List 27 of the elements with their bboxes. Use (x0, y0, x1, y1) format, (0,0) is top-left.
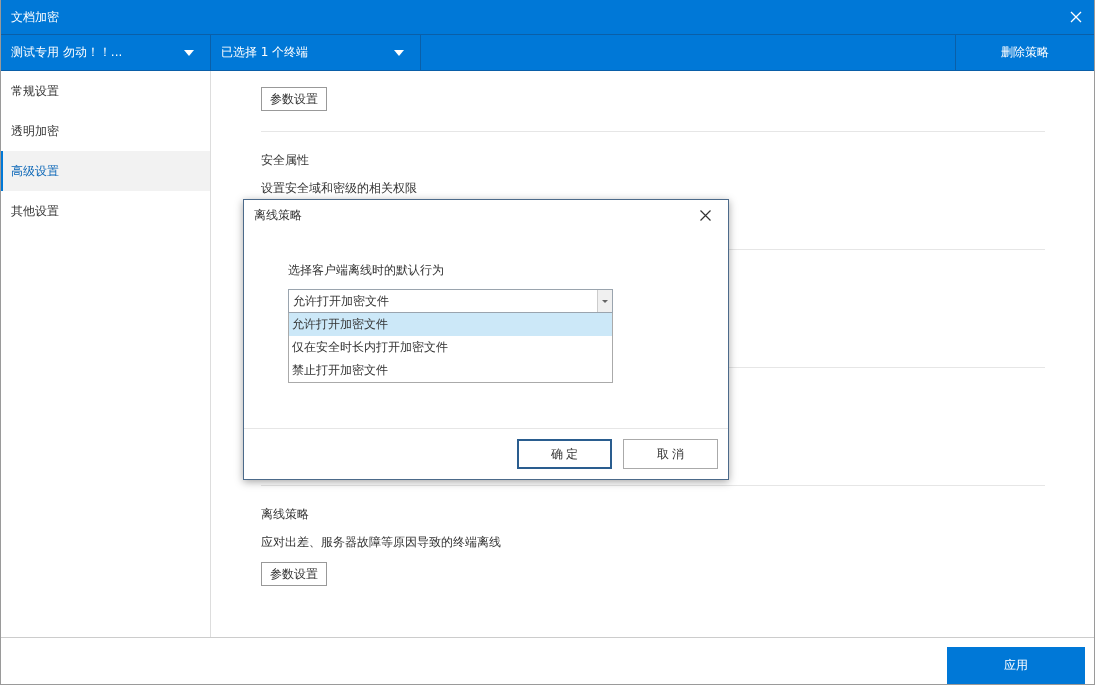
policy-dropdown[interactable]: 测试专用 勿动！！... (1, 35, 211, 70)
section-title: 安全属性 (261, 152, 310, 168)
terminal-dropdown[interactable]: 已选择 1 个终端 (211, 35, 421, 70)
sidebar-item[interactable]: 常规设置 (1, 71, 210, 111)
cancel-button[interactable]: 取 消 (623, 439, 718, 469)
dialog-title: 离线策略 (254, 206, 302, 224)
window-title: 文档加密 (11, 8, 59, 26)
caret-icon (602, 299, 608, 303)
section-description: 设置安全域和密级的相关权限 (261, 180, 418, 196)
section-title: 离线策略 (261, 506, 310, 522)
delete-policy-button[interactable]: 删除策略 (955, 35, 1094, 70)
ok-button[interactable]: 确 定 (517, 439, 612, 469)
settings-button[interactable]: 参数设置 (261, 562, 327, 586)
field-label: 选择客户端离线时的默认行为 (288, 262, 445, 279)
settings-button[interactable]: 参数设置 (261, 87, 327, 111)
sidebar-item[interactable]: 高级设置 (1, 151, 210, 191)
apply-button[interactable]: 应用 (947, 647, 1085, 684)
dropdown-option[interactable]: 禁止打开加密文件 (289, 359, 612, 382)
dropdown-option[interactable]: 允许打开加密文件 (289, 313, 612, 336)
caret-icon (184, 49, 194, 56)
caret-icon (394, 49, 404, 56)
dropdown-option[interactable]: 仅在安全时长内打开加密文件 (289, 336, 612, 359)
close-icon[interactable] (700, 209, 711, 221)
behavior-select[interactable]: 允许打开加密文件 (288, 289, 613, 313)
sidebar-item[interactable]: 其他设置 (1, 191, 210, 231)
sidebar-item[interactable]: 透明加密 (1, 111, 210, 151)
section-description: 应对出差、服务器故障等原因导致的终端离线 (261, 534, 502, 550)
